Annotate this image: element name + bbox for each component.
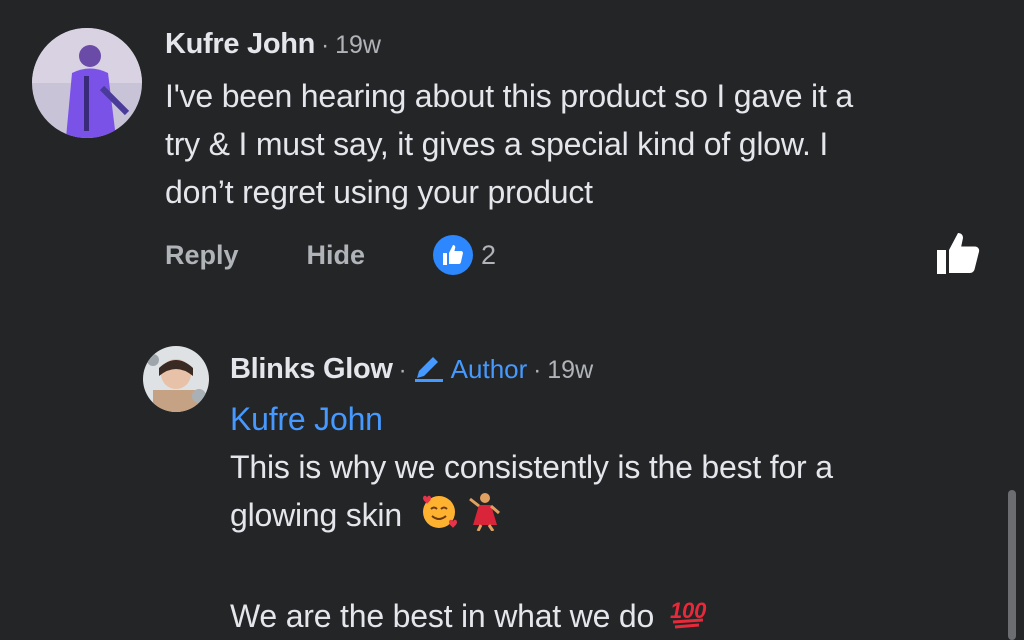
comment-text-line: try & I must say, it gives a special kin… bbox=[165, 126, 829, 162]
separator-dot: · bbox=[398, 357, 407, 384]
comment-author-name[interactable]: Kufre John bbox=[165, 28, 315, 61]
smiling-face-with-hearts-emoji bbox=[419, 492, 459, 543]
reply-text-segment: We are the best in what we do bbox=[230, 598, 655, 635]
reply-text-line: This is why we consistently is the best … bbox=[230, 449, 833, 485]
thumbs-up-icon bbox=[433, 235, 474, 275]
separator-dot: · bbox=[321, 32, 330, 59]
comment-header: Kufre John · 19w bbox=[165, 28, 381, 61]
thumbs-up-outline-icon[interactable] bbox=[934, 230, 982, 281]
reply-button[interactable]: Reply bbox=[165, 240, 239, 271]
reply-text-line: We are the best in what we do 100 bbox=[230, 592, 833, 640]
hundred-points-emoji: 100 bbox=[669, 594, 709, 640]
scrollbar-thumb[interactable] bbox=[1008, 490, 1016, 640]
like-count[interactable]: 2 bbox=[481, 240, 496, 271]
kufre-john-avatar[interactable] bbox=[32, 28, 142, 138]
reply-header: Blinks Glow · Author · 19w bbox=[230, 350, 593, 386]
comment-text: I've been hearing about this product so … bbox=[165, 72, 853, 216]
reply-timestamp[interactable]: 19w bbox=[547, 356, 593, 385]
comment-actions: Reply Hide 2 bbox=[165, 235, 496, 275]
pencil-icon bbox=[414, 357, 443, 382]
separator-dot: · bbox=[533, 357, 542, 384]
comment-text-line: I've been hearing about this product so … bbox=[165, 78, 853, 114]
blinks-glow-avatar[interactable] bbox=[143, 346, 209, 412]
comments-panel: Kufre John · 19w I've been hearing about… bbox=[0, 0, 1024, 640]
woman-dancing-emoji bbox=[467, 491, 503, 544]
comment-text-line: don’t regret using your product bbox=[165, 174, 593, 210]
comment-timestamp[interactable]: 19w bbox=[335, 31, 381, 60]
reply-text: Kufre John This is why we consistently i… bbox=[230, 395, 833, 640]
reply-text-line: glowing skin bbox=[230, 491, 833, 544]
reply-author-name[interactable]: Blinks Glow bbox=[230, 353, 393, 386]
hide-button[interactable]: Hide bbox=[307, 240, 366, 271]
reply-text-segment: glowing skin bbox=[230, 497, 402, 533]
author-badge: Author bbox=[413, 350, 528, 385]
author-badge-label: Author bbox=[450, 354, 528, 384]
mention-link[interactable]: Kufre John bbox=[230, 395, 833, 443]
